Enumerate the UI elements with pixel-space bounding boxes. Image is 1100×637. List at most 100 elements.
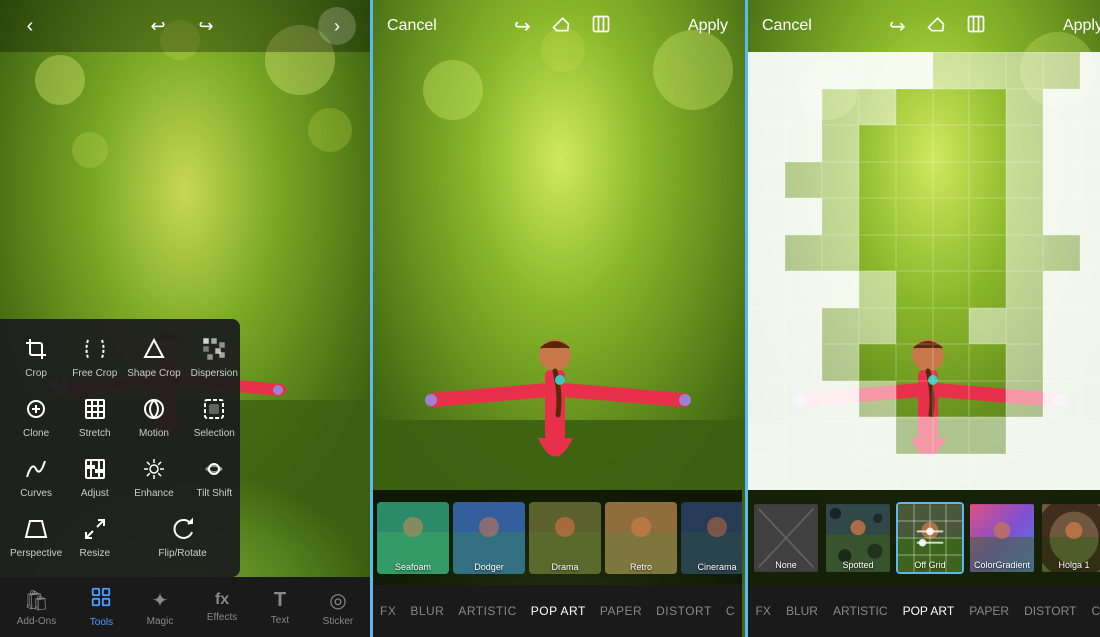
filter-color-gradient[interactable]: ColorGradient: [968, 502, 1036, 574]
tab-fx[interactable]: FX: [378, 600, 398, 622]
tools-icon: [90, 586, 112, 614]
magic-icon: ✦: [152, 588, 169, 613]
right-tab-artistic[interactable]: ARTISTIC: [831, 600, 889, 622]
dispersion-view: Cancel ↪ Apply: [748, 0, 1100, 637]
grid-cell-2-6: [822, 271, 859, 308]
curves-label: Curves: [20, 488, 52, 499]
right-tab-pop-art[interactable]: POP ART: [901, 600, 957, 622]
grid-cell-3-5: [859, 235, 896, 272]
redo-button[interactable]: ↪: [190, 10, 222, 42]
middle-apply-button[interactable]: Apply: [688, 17, 728, 35]
grid-cell-2-0: [822, 52, 859, 89]
grid-cell-7-10: [1006, 417, 1043, 454]
clone-icon: [24, 397, 48, 425]
toolbar-effects[interactable]: fx Effects: [207, 591, 237, 623]
dispersion-label: Dispersion: [191, 368, 238, 379]
tool-stretch[interactable]: Stretch: [68, 389, 121, 447]
right-redo-icon[interactable]: ↪: [889, 14, 906, 39]
tool-resize[interactable]: Resize: [68, 509, 121, 567]
right-tab-paper[interactable]: PAPER: [967, 600, 1011, 622]
middle-cancel-button[interactable]: Cancel: [387, 17, 437, 35]
grid-cell-8-2: [1043, 125, 1080, 162]
grid-cell-6-9: [969, 381, 1006, 418]
filter-cinerama[interactable]: Cinerama: [681, 502, 742, 574]
tool-dispersion[interactable]: Dispersion: [187, 329, 242, 387]
text-label: Text: [271, 615, 289, 626]
right-layers-icon[interactable]: [966, 14, 986, 39]
grid-cell-5-9: [933, 381, 970, 418]
filter-drama[interactable]: Drama: [529, 502, 601, 574]
tab-more[interactable]: C: [724, 600, 737, 622]
filter-none[interactable]: None: [752, 502, 820, 574]
grid-cell-7-6: [1006, 271, 1043, 308]
grid-cell-1-2: [785, 125, 822, 162]
filter-dodger[interactable]: Dodger: [453, 502, 525, 574]
tab-artistic[interactable]: ARTISTIC: [456, 600, 518, 622]
forward-button[interactable]: ›: [318, 7, 356, 45]
grid-cell-0-5: [748, 235, 785, 272]
filter-seafoam[interactable]: Seafoam: [377, 502, 449, 574]
tool-clone[interactable]: Clone: [6, 389, 66, 447]
grid-cell-0-9: [748, 381, 785, 418]
grid-cell-4-0: [896, 52, 933, 89]
dispersion-grid-overlay: [748, 52, 1100, 490]
seafoam-label: Seafoam: [377, 562, 449, 572]
grid-cell-3-9: [859, 381, 896, 418]
grid-cell-7-9: [1006, 381, 1043, 418]
filter-off-grid[interactable]: Off Grid: [896, 502, 964, 574]
tab-blur[interactable]: BLUR: [408, 600, 446, 622]
grid-cell-8-1: [1043, 89, 1080, 126]
undo-redo-group: ↩ ↪: [142, 10, 222, 42]
tool-free-crop[interactable]: Free Crop: [68, 329, 121, 387]
color-gradient-filter-label: ColorGradient: [970, 560, 1034, 570]
tool-adjust[interactable]: Adjust: [68, 449, 121, 507]
tool-curves[interactable]: Curves: [6, 449, 66, 507]
grid-cell-8-9: [1043, 381, 1080, 418]
grid-cell-0-3: [748, 162, 785, 199]
off-grid-filter-label: Off Grid: [898, 560, 962, 570]
grid-cell-4-4: [896, 198, 933, 235]
right-tab-blur[interactable]: BLUR: [784, 600, 820, 622]
tab-pop-art[interactable]: POP ART: [529, 600, 588, 622]
back-button[interactable]: ‹: [14, 10, 46, 42]
grid-cell-6-1: [969, 89, 1006, 126]
grid-cell-3-11: [859, 454, 896, 491]
tool-perspective[interactable]: Perspective: [6, 509, 66, 567]
grid-cell-7-11: [1006, 454, 1043, 491]
toolbar-magic[interactable]: ✦ Magic: [147, 588, 174, 627]
undo-button[interactable]: ↩: [142, 10, 174, 42]
toolbar-add-ons[interactable]: 🛍 Add-Ons: [17, 588, 56, 627]
grid-cell-9-4: [1080, 198, 1100, 235]
tab-distort[interactable]: DISTORT: [654, 600, 714, 622]
enhance-label: Enhance: [134, 488, 173, 499]
grid-cell-4-1: [896, 89, 933, 126]
filter-retro[interactable]: Retro: [605, 502, 677, 574]
right-cancel-button[interactable]: Cancel: [762, 17, 812, 35]
tool-crop[interactable]: Crop: [6, 329, 66, 387]
filter-spotted[interactable]: Spotted: [824, 502, 892, 574]
tool-shape-crop[interactable]: Shape Crop: [123, 329, 184, 387]
right-tab-co[interactable]: CO: [1089, 600, 1100, 622]
grid-cell-2-4: [822, 198, 859, 235]
tool-selection[interactable]: Selection: [187, 389, 242, 447]
right-eraser-icon[interactable]: [926, 14, 946, 39]
toolbar-text[interactable]: T Text: [271, 589, 289, 626]
toolbar-tools[interactable]: Tools: [90, 586, 113, 628]
crop-label: Crop: [25, 368, 47, 379]
grid-cell-4-7: [896, 308, 933, 345]
grid-cell-9-1: [1080, 89, 1100, 126]
tool-enhance[interactable]: Enhance: [123, 449, 184, 507]
tool-flip-rotate[interactable]: Flip/Rotate: [123, 509, 242, 567]
filter-holga-1[interactable]: Holga 1: [1040, 502, 1100, 574]
redo-icon[interactable]: ↪: [514, 14, 531, 39]
layers-icon[interactable]: [591, 14, 611, 39]
tool-tilt-shift[interactable]: Tilt Shift: [187, 449, 242, 507]
right-apply-button[interactable]: Apply: [1063, 17, 1100, 35]
tool-motion[interactable]: Motion: [123, 389, 184, 447]
right-tab-fx[interactable]: FX: [754, 600, 773, 622]
right-tab-distort[interactable]: DISTORT: [1022, 600, 1078, 622]
grid-cell-3-4: [859, 198, 896, 235]
eraser-icon[interactable]: [551, 14, 571, 39]
tab-paper[interactable]: PAPER: [598, 600, 644, 622]
toolbar-sticker[interactable]: ◎ Sticker: [323, 588, 354, 627]
